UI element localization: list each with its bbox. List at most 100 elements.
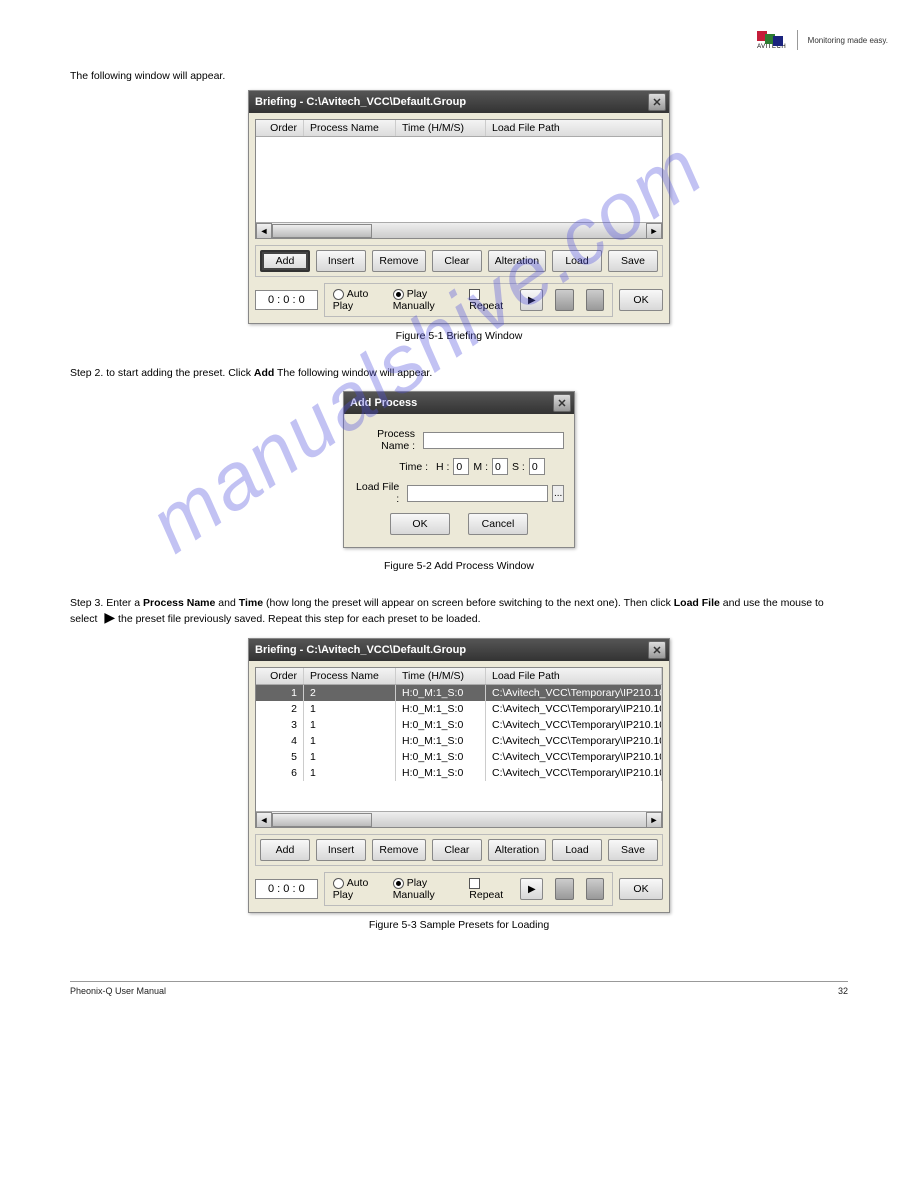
add-button[interactable]: Add xyxy=(260,839,310,861)
process-list[interactable]: Order Process Name Time (H/M/S) Load Fil… xyxy=(255,119,663,239)
h-label: H : xyxy=(436,461,449,473)
control-row: 0 : 0 : 0 Auto Play Play Manually Repeat… xyxy=(255,283,663,317)
insert-button[interactable]: Insert xyxy=(316,839,366,861)
ok-button[interactable]: OK xyxy=(619,878,663,900)
auto-play-radio[interactable]: Auto Play xyxy=(333,877,381,901)
add-process-dialog: Add Process ✕ Process Name : Time : H : … xyxy=(343,391,575,548)
process-name-label: Process Name : xyxy=(354,428,419,452)
stop-button[interactable] xyxy=(586,878,604,900)
table-row[interactable]: 12H:0_M:1_S:0C:\Avitech_VCC\Temporary\IP… xyxy=(256,685,662,701)
avitech-logo: AVITECH xyxy=(757,31,787,50)
table-row[interactable]: 21H:0_M:1_S:0C:\Avitech_VCC\Temporary\IP… xyxy=(256,701,662,717)
briefing-dialog-populated: Briefing - C:\Avitech_VCC\Default.Group … xyxy=(248,638,670,913)
window-title: Add Process xyxy=(350,397,417,409)
alteration-button[interactable]: Alteration xyxy=(488,839,546,861)
window-title: Briefing - C:\Avitech_VCC\Default.Group xyxy=(255,96,466,108)
figure-1-caption: Figure 5-1 Briefing Window xyxy=(70,330,848,342)
load-button[interactable]: Load xyxy=(552,839,602,861)
remove-button[interactable]: Remove xyxy=(372,250,426,272)
titlebar[interactable]: Briefing - C:\Avitech_VCC\Default.Group … xyxy=(249,91,669,113)
process-list[interactable]: Order Process Name Time (H/M/S) Load Fil… xyxy=(255,667,663,828)
window-title: Briefing - C:\Avitech_VCC\Default.Group xyxy=(255,644,466,656)
page-header: AVITECH Monitoring made easy. xyxy=(757,30,888,50)
figure-3-caption: Figure 5-3 Sample Presets for Loading xyxy=(70,919,848,931)
m-label: M : xyxy=(473,461,488,473)
col-order[interactable]: Order xyxy=(256,668,304,684)
play-icon[interactable]: ▶ xyxy=(520,289,543,311)
col-time[interactable]: Time (H/M/S) xyxy=(396,668,486,684)
cancel-button[interactable]: Cancel xyxy=(468,513,528,535)
scroll-right-icon[interactable]: ► xyxy=(646,223,662,239)
col-path[interactable]: Load File Path xyxy=(486,668,662,684)
seconds-input[interactable] xyxy=(529,458,545,475)
play-manually-radio[interactable]: Play Manually xyxy=(393,288,458,312)
list-header: Order Process Name Time (H/M/S) Load Fil… xyxy=(256,668,662,685)
remove-button[interactable]: Remove xyxy=(372,839,426,861)
titlebar[interactable]: Briefing - C:\Avitech_VCC\Default.Group … xyxy=(249,639,669,661)
footer-title: Pheonix-Q User Manual xyxy=(70,986,166,996)
repeat-checkbox[interactable]: Repeat xyxy=(469,877,508,901)
scroll-thumb[interactable] xyxy=(272,224,372,238)
table-row[interactable]: 31H:0_M:1_S:0C:\Avitech_VCC\Temporary\IP… xyxy=(256,717,662,733)
clear-button[interactable]: Clear xyxy=(432,250,482,272)
insert-button[interactable]: Insert xyxy=(316,250,366,272)
figure-2-caption: Figure 5-2 Add Process Window xyxy=(70,560,848,572)
button-row: Add Insert Remove Clear Alteration Load … xyxy=(255,834,663,866)
alteration-button[interactable]: Alteration xyxy=(488,250,546,272)
button-row: Add Insert Remove Clear Alteration Load … xyxy=(255,245,663,277)
play-icon[interactable]: ▶ xyxy=(520,878,543,900)
repeat-checkbox[interactable]: Repeat xyxy=(469,288,508,312)
tagline: Monitoring made easy. xyxy=(808,36,888,45)
ok-button[interactable]: OK xyxy=(390,513,450,535)
minutes-input[interactable] xyxy=(492,458,508,475)
load-file-input[interactable] xyxy=(407,485,548,502)
load-file-label: Load File : xyxy=(354,481,403,505)
scroll-left-icon[interactable]: ◄ xyxy=(256,812,272,828)
save-button[interactable]: Save xyxy=(608,250,658,272)
close-icon[interactable]: ✕ xyxy=(648,93,666,111)
time-label: Time : xyxy=(354,461,432,473)
process-name-input[interactable] xyxy=(423,432,564,449)
auto-play-radio[interactable]: Auto Play xyxy=(333,288,381,312)
stop-button[interactable] xyxy=(586,289,604,311)
pause-button[interactable] xyxy=(555,878,573,900)
titlebar[interactable]: Add Process ✕ xyxy=(344,392,574,414)
horizontal-scrollbar[interactable]: ◄ ► xyxy=(256,222,662,238)
close-icon[interactable]: ✕ xyxy=(648,641,666,659)
close-icon[interactable]: ✕ xyxy=(553,394,571,412)
scroll-left-icon[interactable]: ◄ xyxy=(256,223,272,239)
control-row: 0 : 0 : 0 Auto Play Play Manually Repeat… xyxy=(255,872,663,906)
pause-button[interactable] xyxy=(555,289,573,311)
ok-button[interactable]: OK xyxy=(619,289,663,311)
table-row[interactable]: 51H:0_M:1_S:0C:\Avitech_VCC\Temporary\IP… xyxy=(256,749,662,765)
col-process-name[interactable]: Process Name xyxy=(304,120,396,136)
col-path[interactable]: Load File Path xyxy=(486,120,662,136)
col-time[interactable]: Time (H/M/S) xyxy=(396,120,486,136)
time-display: 0 : 0 : 0 xyxy=(255,290,318,310)
horizontal-scrollbar[interactable]: ◄ ► xyxy=(256,811,662,827)
hours-input[interactable] xyxy=(453,458,469,475)
step-2: Step 2. to start adding the preset. Clic… xyxy=(70,367,848,379)
intro-text: The following window will appear. xyxy=(70,70,848,82)
time-display: 0 : 0 : 0 xyxy=(255,879,318,899)
scroll-right-icon[interactable]: ► xyxy=(646,812,662,828)
play-manually-radio[interactable]: Play Manually xyxy=(393,877,458,901)
col-order[interactable]: Order xyxy=(256,120,304,136)
scroll-thumb[interactable] xyxy=(272,813,372,827)
clear-button[interactable]: Clear xyxy=(432,839,482,861)
page-number: 32 xyxy=(838,986,848,996)
save-button[interactable]: Save xyxy=(608,839,658,861)
list-header: Order Process Name Time (H/M/S) Load Fil… xyxy=(256,120,662,137)
col-process-name[interactable]: Process Name xyxy=(304,668,396,684)
cursor-icon: ▶ xyxy=(104,609,115,625)
browse-button[interactable]: ... xyxy=(552,485,564,502)
add-button[interactable]: Add xyxy=(260,250,310,272)
briefing-dialog-empty: Briefing - C:\Avitech_VCC\Default.Group … xyxy=(248,90,670,324)
page-footer: Pheonix-Q User Manual 32 xyxy=(70,981,848,996)
step-3: Step 3. Enter a Process Name and Time (h… xyxy=(70,597,848,626)
table-row[interactable]: 61H:0_M:1_S:0C:\Avitech_VCC\Temporary\IP… xyxy=(256,765,662,781)
divider xyxy=(797,30,798,50)
s-label: S : xyxy=(512,461,525,473)
table-row[interactable]: 41H:0_M:1_S:0C:\Avitech_VCC\Temporary\IP… xyxy=(256,733,662,749)
load-button[interactable]: Load xyxy=(552,250,602,272)
